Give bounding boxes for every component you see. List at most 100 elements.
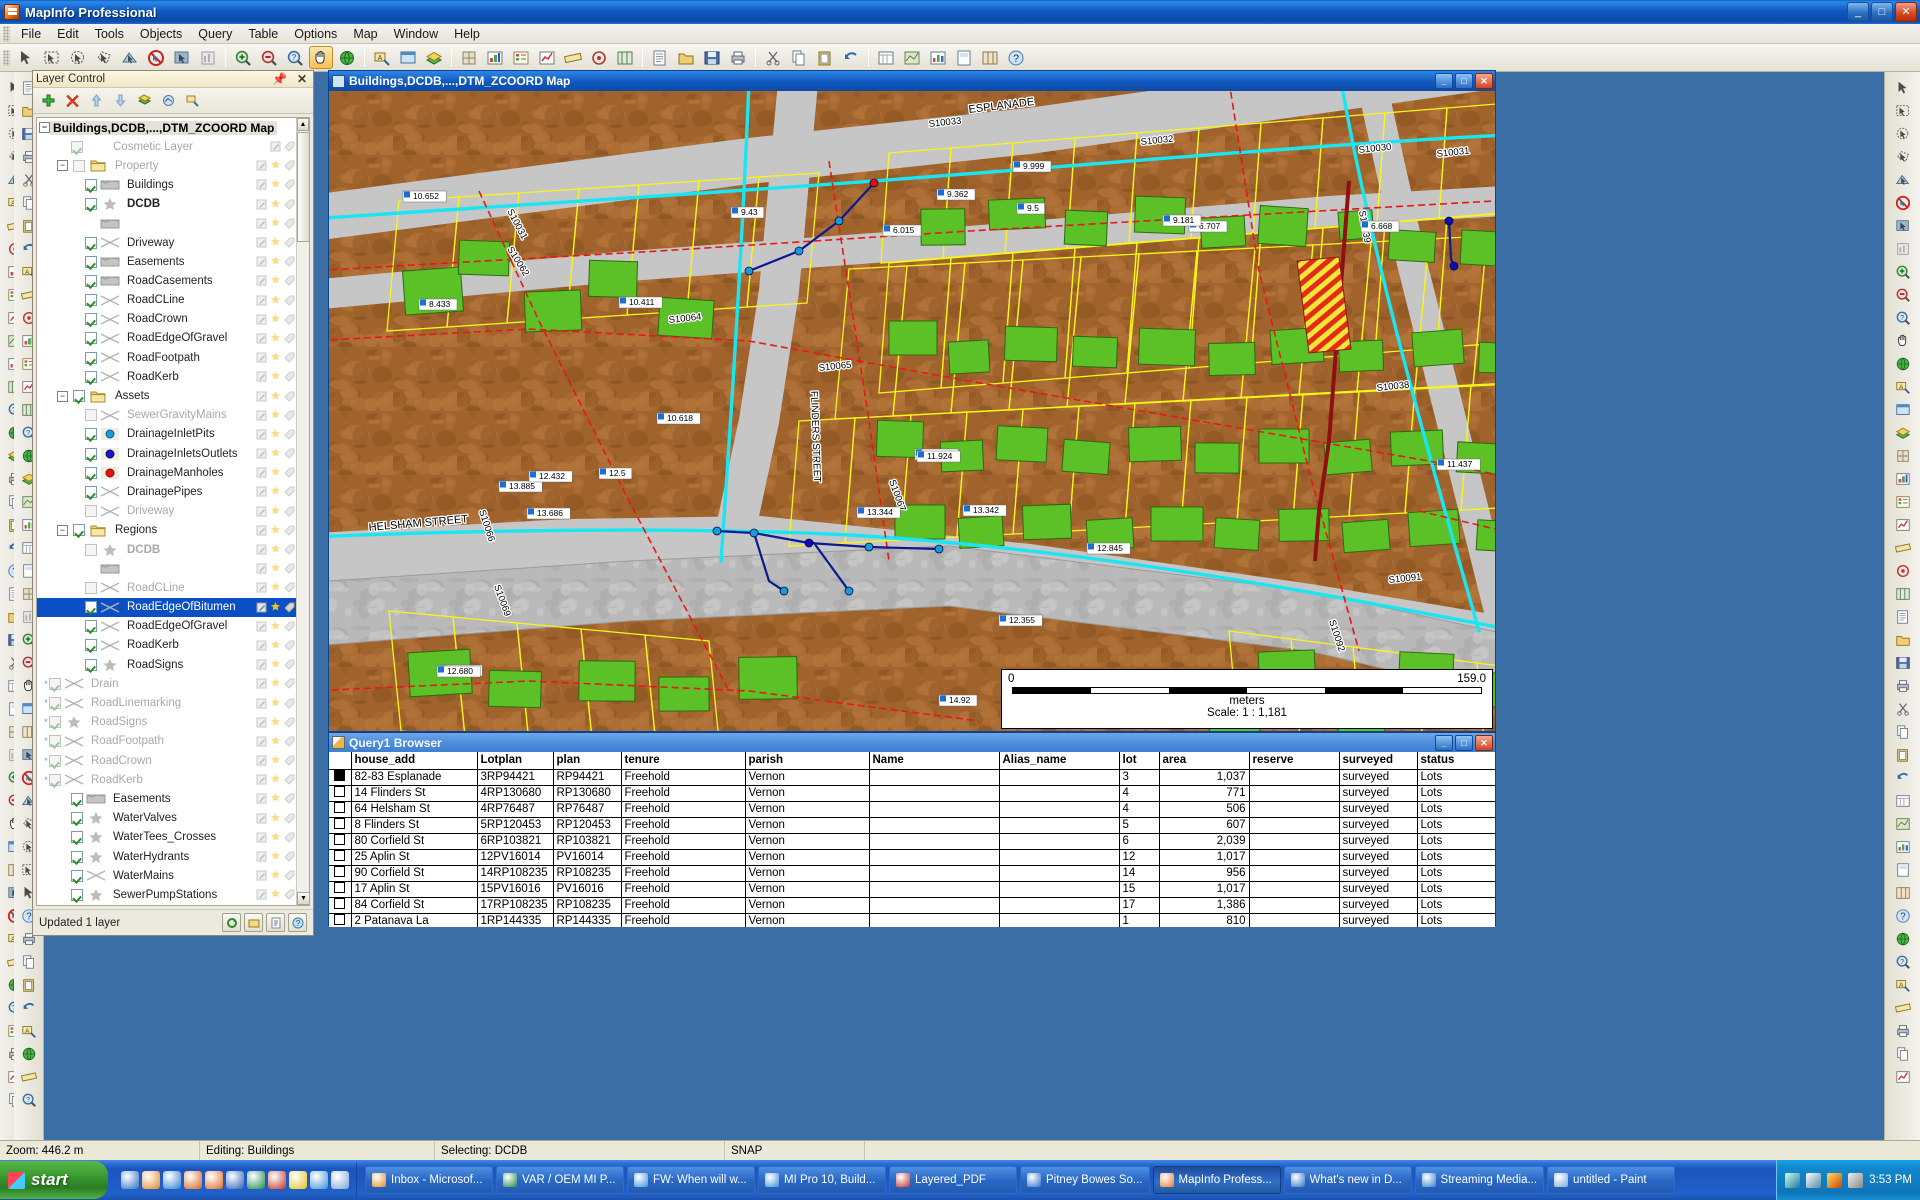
hotlink-tag-icon[interactable] — [284, 467, 295, 478]
table-row[interactable]: 84 Corfield St 17RP108235 RP108235 Freehold… — [329, 897, 1495, 914]
layer-visibility-checkbox[interactable] — [85, 447, 97, 460]
hotlink-tag-icon[interactable] — [284, 678, 295, 690]
save-table-icon[interactable] — [1892, 652, 1914, 674]
cell-house_add[interactable]: 90 Corfield St — [351, 865, 478, 882]
taskbar-button-var-oem-mi-p[interactable]: VAR / OEM MI P... — [496, 1166, 624, 1194]
marquee-select-icon[interactable] — [1892, 100, 1914, 122]
statistics-icon[interactable] — [535, 46, 559, 69]
editable-pencil-icon[interactable] — [256, 640, 267, 651]
print-icon[interactable] — [1892, 1020, 1914, 1042]
cell-status[interactable]: Lots — [1417, 881, 1495, 898]
cell-parish[interactable]: Vernon — [745, 785, 870, 802]
cell-reserve[interactable] — [1249, 833, 1340, 850]
layer-tree-root[interactable]: − Buildings,DCDB,...,DTM_ZCOORD Map — [37, 118, 309, 137]
hotlink-tag-icon[interactable] — [284, 755, 295, 766]
editable-pencil-icon[interactable] — [256, 333, 267, 344]
undo-icon[interactable] — [839, 46, 863, 69]
pin-icon[interactable]: 📌 — [269, 72, 290, 86]
taskbar-button-streaming-media[interactable]: Streaming Media... — [1414, 1166, 1545, 1194]
properties-icon[interactable] — [266, 913, 285, 932]
thematic-map-icon[interactable] — [1892, 468, 1914, 490]
auto-label-icon[interactable] — [270, 544, 281, 555]
hotlink-tag-icon[interactable] — [284, 352, 295, 363]
cell-tenure[interactable]: Freehold — [621, 913, 746, 927]
cell-plan[interactable]: RP120453 — [553, 817, 622, 834]
layer-row-dcdb[interactable]: DCDB — [37, 195, 309, 214]
table-row[interactable]: 64 Helsham St 4RP76487 RP76487 Freehold Vern… — [329, 801, 1495, 818]
menu-objects[interactable]: Objects — [132, 25, 190, 43]
cell-house_add[interactable]: 2 Patanava La — [351, 913, 478, 927]
cell-plan[interactable]: RP108235 — [553, 865, 622, 882]
layer-row-watervalves[interactable]: WaterValves — [37, 809, 309, 828]
auto-label-icon[interactable] — [270, 467, 281, 478]
new-redistrict-icon[interactable] — [978, 46, 1002, 69]
menu-map[interactable]: Map — [345, 25, 385, 43]
auto-label-icon[interactable] — [270, 160, 281, 171]
graph-select-icon[interactable] — [1892, 238, 1914, 260]
hotlink-tag-icon[interactable] — [284, 563, 295, 574]
layer-visibility-checkbox[interactable] — [85, 198, 97, 211]
cell-plan[interactable]: RP76487 — [553, 801, 622, 818]
editable-pencil-icon[interactable] — [256, 314, 267, 325]
cell-lotplan[interactable]: 12PV16014 — [477, 849, 554, 866]
editable-pencil-icon[interactable] — [256, 237, 267, 248]
cell-area[interactable]: 810 — [1159, 913, 1250, 927]
cell-surveyed[interactable]: surveyed — [1339, 865, 1418, 882]
cell-parish[interactable]: Vernon — [745, 769, 870, 786]
layer-tree-scrollbar[interactable]: ▲ ▼ — [296, 118, 309, 905]
auto-label-icon[interactable] — [270, 851, 281, 862]
hotlink-tag-icon[interactable] — [284, 275, 295, 287]
cell-house_add[interactable]: 8 Flinders St — [351, 817, 478, 834]
editable-pencil-icon[interactable] — [256, 352, 267, 363]
menu-tools[interactable]: Tools — [87, 25, 132, 43]
cell-parish[interactable]: Vernon — [745, 849, 870, 866]
auto-label-icon[interactable] — [270, 332, 281, 344]
hotlink-tag-icon[interactable] — [284, 602, 295, 613]
ie-icon[interactable] — [121, 1171, 139, 1189]
cell-reserve[interactable] — [1249, 865, 1340, 882]
cell-lot[interactable]: 14 — [1119, 865, 1160, 882]
hotlink-tag-icon[interactable] — [284, 179, 295, 191]
cell-name[interactable] — [869, 801, 1000, 818]
map-minimize-button[interactable]: _ — [1435, 73, 1453, 89]
polygon-select-icon[interactable] — [1892, 146, 1914, 168]
cell-plan[interactable]: PV16016 — [553, 881, 622, 898]
layer-row-roadkerb[interactable]: * RoadKerb — [37, 770, 309, 789]
legend-icon[interactable] — [509, 46, 533, 69]
layer-visibility-checkbox[interactable] — [85, 351, 97, 364]
map-close-button[interactable]: ✕ — [1475, 73, 1493, 89]
layer-row-property[interactable]: − Property — [37, 156, 309, 175]
menu-query[interactable]: Query — [190, 25, 240, 43]
cell-tenure[interactable]: Freehold — [621, 881, 746, 898]
globe-icon[interactable] — [1892, 353, 1914, 375]
layer-row-driveway[interactable]: Driveway — [37, 233, 309, 252]
thematic-map-icon[interactable] — [483, 46, 507, 69]
print-icon[interactable] — [1892, 675, 1914, 697]
auto-label-icon[interactable] — [270, 294, 281, 306]
row-select-checkbox[interactable] — [329, 881, 352, 898]
hotlink-tag-icon[interactable] — [284, 813, 295, 824]
table-row[interactable]: 25 Aplin St 12PV16014 PV16014 Freehold Verno… — [329, 849, 1495, 866]
hotlink-tag-icon[interactable] — [284, 506, 295, 517]
cell-area[interactable]: 1,017 — [1159, 881, 1250, 898]
auto-label-icon[interactable] — [270, 697, 281, 709]
new-redistrict-icon[interactable] — [1892, 882, 1914, 904]
column-header-status[interactable]: status — [1417, 752, 1495, 770]
cell-status[interactable]: Lots — [1417, 849, 1495, 866]
layer-row-roadlinemarking[interactable]: * RoadLinemarking — [37, 693, 309, 712]
cell-surveyed[interactable]: surveyed — [1339, 881, 1418, 898]
auto-label-icon[interactable] — [270, 812, 281, 824]
info-icon[interactable]: ? — [1892, 951, 1914, 973]
unselect-all-icon[interactable] — [144, 46, 168, 69]
scroll-thumb[interactable] — [297, 132, 309, 242]
auto-label-icon[interactable] — [270, 237, 281, 248]
auto-label-icon[interactable] — [270, 735, 281, 747]
column-header-plan[interactable]: plan — [553, 752, 622, 770]
usb-icon[interactable] — [1848, 1172, 1864, 1188]
layer-visibility-checkbox[interactable] — [85, 332, 97, 345]
cell-lot[interactable]: 12 — [1119, 849, 1160, 866]
layer-visibility-checkbox[interactable] — [49, 754, 61, 767]
zoom-out-icon[interactable] — [1892, 284, 1914, 306]
hotlink-options-icon[interactable] — [157, 90, 179, 111]
start-button[interactable]: start — [0, 1161, 108, 1199]
